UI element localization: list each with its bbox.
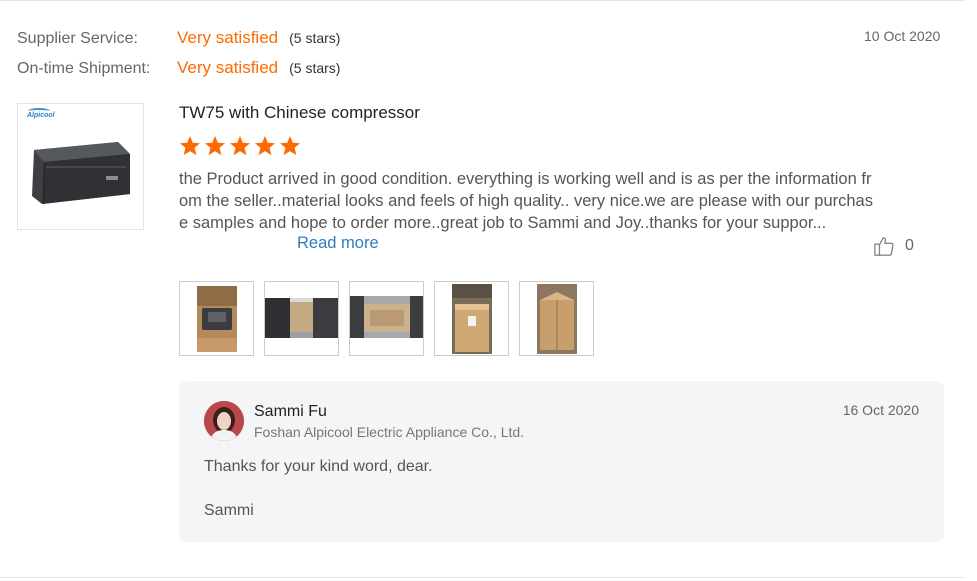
photo-cooler-image [197,286,237,352]
review-text: the Product arrived in good condition. e… [179,170,873,232]
star-rating [179,135,301,156]
supplier-service-rating: Supplier Service: Very satisfied (5 star… [17,28,340,50]
top-divider [0,0,965,1]
photo-cooler-interior-image [350,296,423,338]
bottom-divider [0,577,965,578]
avatar-image [204,401,244,441]
photo-boxes-image [452,284,492,354]
rating-label: On-time Shipment: [17,60,151,77]
star-icon [179,135,201,156]
review-photo-2[interactable] [264,281,339,356]
reply-text: Thanks for your kind word, dear. [204,458,433,475]
reply-signature: Sammi [204,502,254,519]
rating-value: Very satisfied [177,28,279,47]
reply-date: 16 Oct 2020 [842,402,919,418]
read-more-link[interactable]: Read more [297,234,379,253]
on-time-shipment-rating: On-time Shipment: Very satisfied (5 star… [17,58,340,80]
star-icon [279,135,301,156]
review-photo-5[interactable] [519,281,594,356]
rating-value: Very satisfied [177,58,279,77]
like-button[interactable]: 0 [873,235,914,257]
product-thumbnail[interactable]: Alpicool [17,103,144,230]
product-title: TW75 with Chinese compressor [179,103,420,122]
reply-company: Foshan Alpicool Electric Appliance Co., … [254,424,525,440]
photo-open-cooler-image [265,298,338,338]
rating-stars-text: (5 stars) [289,30,341,46]
reply-author-name: Sammi Fu [254,403,327,420]
review-photo-1[interactable] [179,281,254,356]
thumbs-up-icon [874,237,894,256]
review-photo-4[interactable] [434,281,509,356]
avatar [204,401,244,441]
star-icon [229,135,251,156]
cooler-box-image [32,142,130,204]
review-photo-3[interactable] [349,281,424,356]
rating-label: Supplier Service: [17,30,138,47]
rating-stars-text: (5 stars) [289,60,341,76]
star-icon [204,135,226,156]
star-icon [254,135,276,156]
like-count: 0 [905,237,914,254]
photo-carton-image [537,284,577,354]
seller-reply: Sammi Fu Foshan Alpicool Electric Applia… [179,381,944,542]
review-date: 10 Oct 2020 [864,28,941,44]
